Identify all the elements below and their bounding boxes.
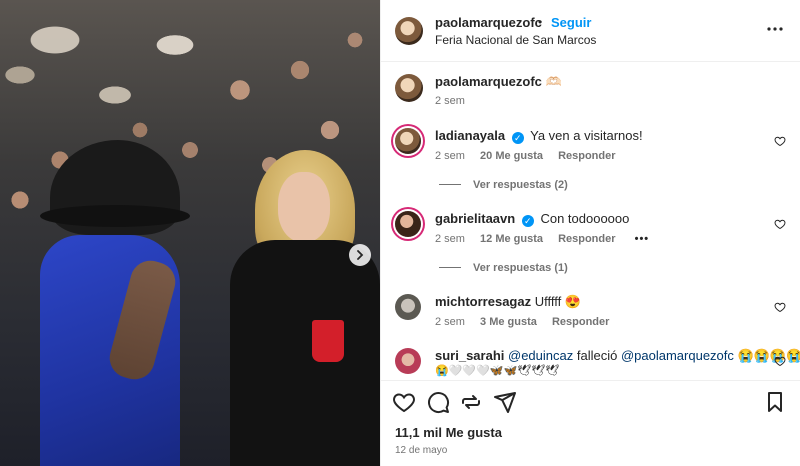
view-replies-label: Ver respuestas (1) <box>473 262 568 274</box>
caption-username[interactable]: paolamarquezofc <box>435 74 542 89</box>
comment-text: Ufffff 😍 <box>534 294 582 309</box>
view-replies-button[interactable]: Ver respuestas (2) <box>439 179 568 191</box>
comment-likes[interactable]: 3 Me gusta <box>480 316 537 328</box>
comment-avatar[interactable] <box>395 128 421 154</box>
bookmark-icon[interactable] <box>763 390 787 414</box>
comment-likes[interactable]: 20 Me gusta <box>480 150 543 162</box>
caption-time: 2 sem <box>435 95 465 107</box>
comment-heart-icon[interactable] <box>774 355 786 367</box>
post-date[interactable]: 12 de mayo <box>395 445 447 456</box>
comment-1: ladianayala ✓ Ya ven a visitarnos! <box>435 128 643 144</box>
woman-face <box>278 172 330 242</box>
reply-button[interactable]: Responder <box>558 233 615 245</box>
author-avatar[interactable] <box>395 17 423 45</box>
post-actions: 11,1 mil Me gusta 12 de mayo <box>381 380 800 466</box>
view-replies-button[interactable]: Ver respuestas (1) <box>439 262 568 274</box>
post-photo[interactable] <box>0 0 380 466</box>
comment-text: Con todoooooo <box>540 211 630 226</box>
comment-heart-icon[interactable] <box>774 301 786 313</box>
comment-2: gabrielitaavn ✓ Con todoooooo <box>435 211 629 227</box>
caption-text: 🫶🏻 <box>545 74 562 89</box>
verified-badge-icon: ✓ <box>521 215 534 227</box>
comment-text: falleció <box>576 348 618 363</box>
comment-1-meta: 2 sem 20 Me gusta Responder <box>435 150 616 162</box>
comment-icon[interactable] <box>426 390 450 414</box>
heart-icon[interactable] <box>392 390 416 414</box>
view-replies-label: Ver respuestas (2) <box>473 179 568 191</box>
comment-avatar[interactable] <box>395 294 421 320</box>
red-cup <box>312 320 344 362</box>
reply-button[interactable]: Responder <box>552 316 609 328</box>
more-icon[interactable] <box>764 18 786 40</box>
comment-username[interactable]: gabrielitaavn <box>435 211 515 226</box>
comment-likes[interactable]: 12 Me gusta <box>480 233 543 245</box>
comment-options-icon[interactable]: ••• <box>635 233 650 245</box>
comment-emojis: 😭😭😭😭 <box>737 348 800 363</box>
mention-link[interactable]: @eduincaz <box>508 348 573 363</box>
caption-avatar[interactable] <box>395 74 423 102</box>
comment-username[interactable]: ladianayala <box>435 128 505 143</box>
comment-heart-icon[interactable] <box>774 218 786 230</box>
comment-time[interactable]: 2 sem <box>435 150 465 162</box>
replies-divider <box>439 184 461 185</box>
replies-divider <box>439 267 461 268</box>
comment-2-meta: 2 sem 12 Me gusta Responder ••• <box>435 233 649 245</box>
next-photo-button[interactable] <box>349 244 371 266</box>
comment-text: Ya ven a visitarnos! <box>530 128 643 143</box>
comment-time[interactable]: 2 sem <box>435 316 465 328</box>
comments-list[interactable]: paolamarquezofc 🫶🏻 2 sem ladianayala ✓ Y… <box>381 62 800 380</box>
comment-avatar[interactable] <box>395 211 421 237</box>
comment-4-line2: 😭🤍🤍🤍🦋🦋🕊🕊🕊 <box>435 365 560 377</box>
cowboy-hat-brim <box>40 205 190 227</box>
follow-button[interactable]: Seguir <box>551 15 591 30</box>
repost-icon[interactable] <box>459 390 483 414</box>
post-header: paolamarquezofc • Seguir Feria Nacional … <box>381 0 800 62</box>
comment-3: michtorresagaz Ufffff 😍 <box>435 294 581 310</box>
comment-heart-icon[interactable] <box>774 135 786 147</box>
comment-username[interactable]: suri_sarahi <box>435 348 504 363</box>
chevron-right-icon <box>357 250 364 260</box>
author-username[interactable]: paolamarquezofc <box>435 15 542 30</box>
comment-time[interactable]: 2 sem <box>435 233 465 245</box>
header-separator: • <box>538 15 543 29</box>
send-icon[interactable] <box>493 390 517 414</box>
mention-link[interactable]: @paolamarquezofc <box>621 348 734 363</box>
verified-badge-icon: ✓ <box>511 132 524 144</box>
comment-3-meta: 2 sem 3 Me gusta Responder <box>435 316 609 328</box>
like-count[interactable]: 11,1 mil Me gusta <box>395 425 502 440</box>
instagram-post-dialog: paolamarquezofc • Seguir Feria Nacional … <box>0 0 800 466</box>
comment-4: suri_sarahi @eduincaz falleció @paolamar… <box>435 348 800 364</box>
post-side-panel: paolamarquezofc • Seguir Feria Nacional … <box>380 0 800 466</box>
caption-timestamp[interactable]: 2 sem <box>435 95 465 107</box>
caption: paolamarquezofc 🫶🏻 <box>435 74 562 90</box>
post-location[interactable]: Feria Nacional de San Marcos <box>435 33 596 47</box>
comment-avatar[interactable] <box>395 348 421 374</box>
woman-body <box>230 240 380 466</box>
comment-username[interactable]: michtorresagaz <box>435 294 531 309</box>
reply-button[interactable]: Responder <box>558 150 615 162</box>
